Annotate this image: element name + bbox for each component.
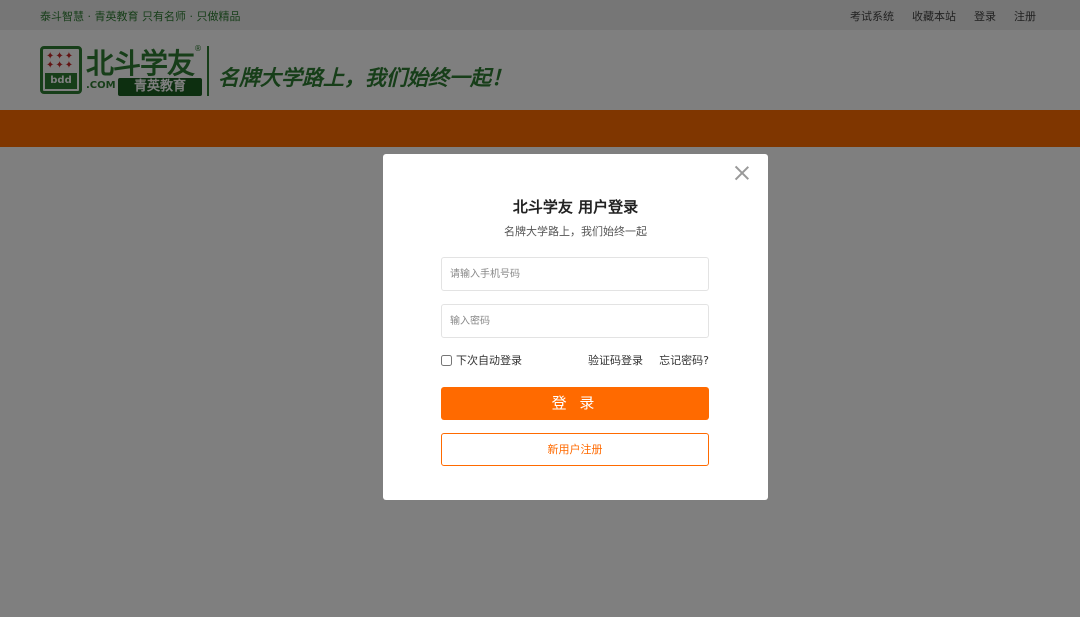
- modal-title: 北斗学友 用户登录: [512, 198, 639, 216]
- login-modal: 北斗学友 用户登录 名牌大学路上，我们始终一起 下次自动登录 验证码登录 忘记密…: [383, 154, 768, 500]
- password-input[interactable]: [441, 304, 709, 338]
- remember-checkbox[interactable]: [441, 354, 452, 366]
- login-button[interactable]: 登 录: [441, 387, 709, 420]
- remember-me[interactable]: 下次自动登录: [441, 352, 522, 368]
- forgot-password-link[interactable]: 忘记密码?: [659, 352, 709, 368]
- close-icon[interactable]: [734, 164, 750, 180]
- remember-label: 下次自动登录: [456, 354, 522, 367]
- modal-subtitle: 名牌大学路上，我们始终一起: [504, 225, 647, 238]
- phone-input[interactable]: [441, 257, 709, 291]
- register-button[interactable]: 新用户注册: [441, 433, 709, 466]
- login-options: 下次自动登录 验证码登录 忘记密码?: [441, 352, 709, 368]
- sms-login-link[interactable]: 验证码登录: [588, 352, 643, 368]
